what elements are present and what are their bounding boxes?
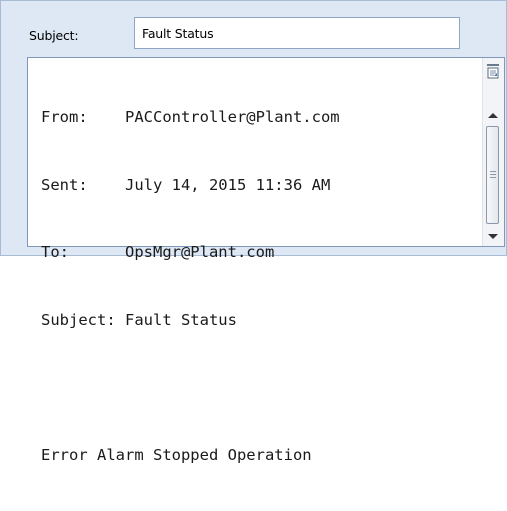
vertical-scrollbar[interactable] bbox=[482, 58, 504, 246]
arrow-down-icon[interactable] bbox=[488, 234, 498, 239]
subject-label: Subject: bbox=[29, 28, 79, 43]
message-line-body: Error Alarm Stopped Operation bbox=[41, 445, 312, 464]
message-body[interactable]: From: PACController@Plant.com Sent: July… bbox=[27, 57, 505, 464]
email-compose-panel: Subject: From: PACController@Plant.com S… bbox=[0, 0, 507, 464]
page-split-icon[interactable] bbox=[486, 64, 500, 80]
scrollbar-thumb[interactable] bbox=[486, 126, 499, 224]
message-line-blank bbox=[41, 376, 340, 399]
message-text: From: PACController@Plant.com Sent: July… bbox=[41, 61, 340, 511]
message-line-to: To: OpsMgr@Plant.com bbox=[41, 243, 275, 261]
arrow-up-icon[interactable] bbox=[488, 113, 498, 118]
message-line-subject: Subject: Fault Status bbox=[41, 310, 237, 329]
message-line-sent: Sent: July 14, 2015 11:36 AM bbox=[41, 175, 331, 194]
subject-input[interactable] bbox=[134, 17, 460, 49]
message-line-from: From: PACController@Plant.com bbox=[41, 108, 340, 126]
